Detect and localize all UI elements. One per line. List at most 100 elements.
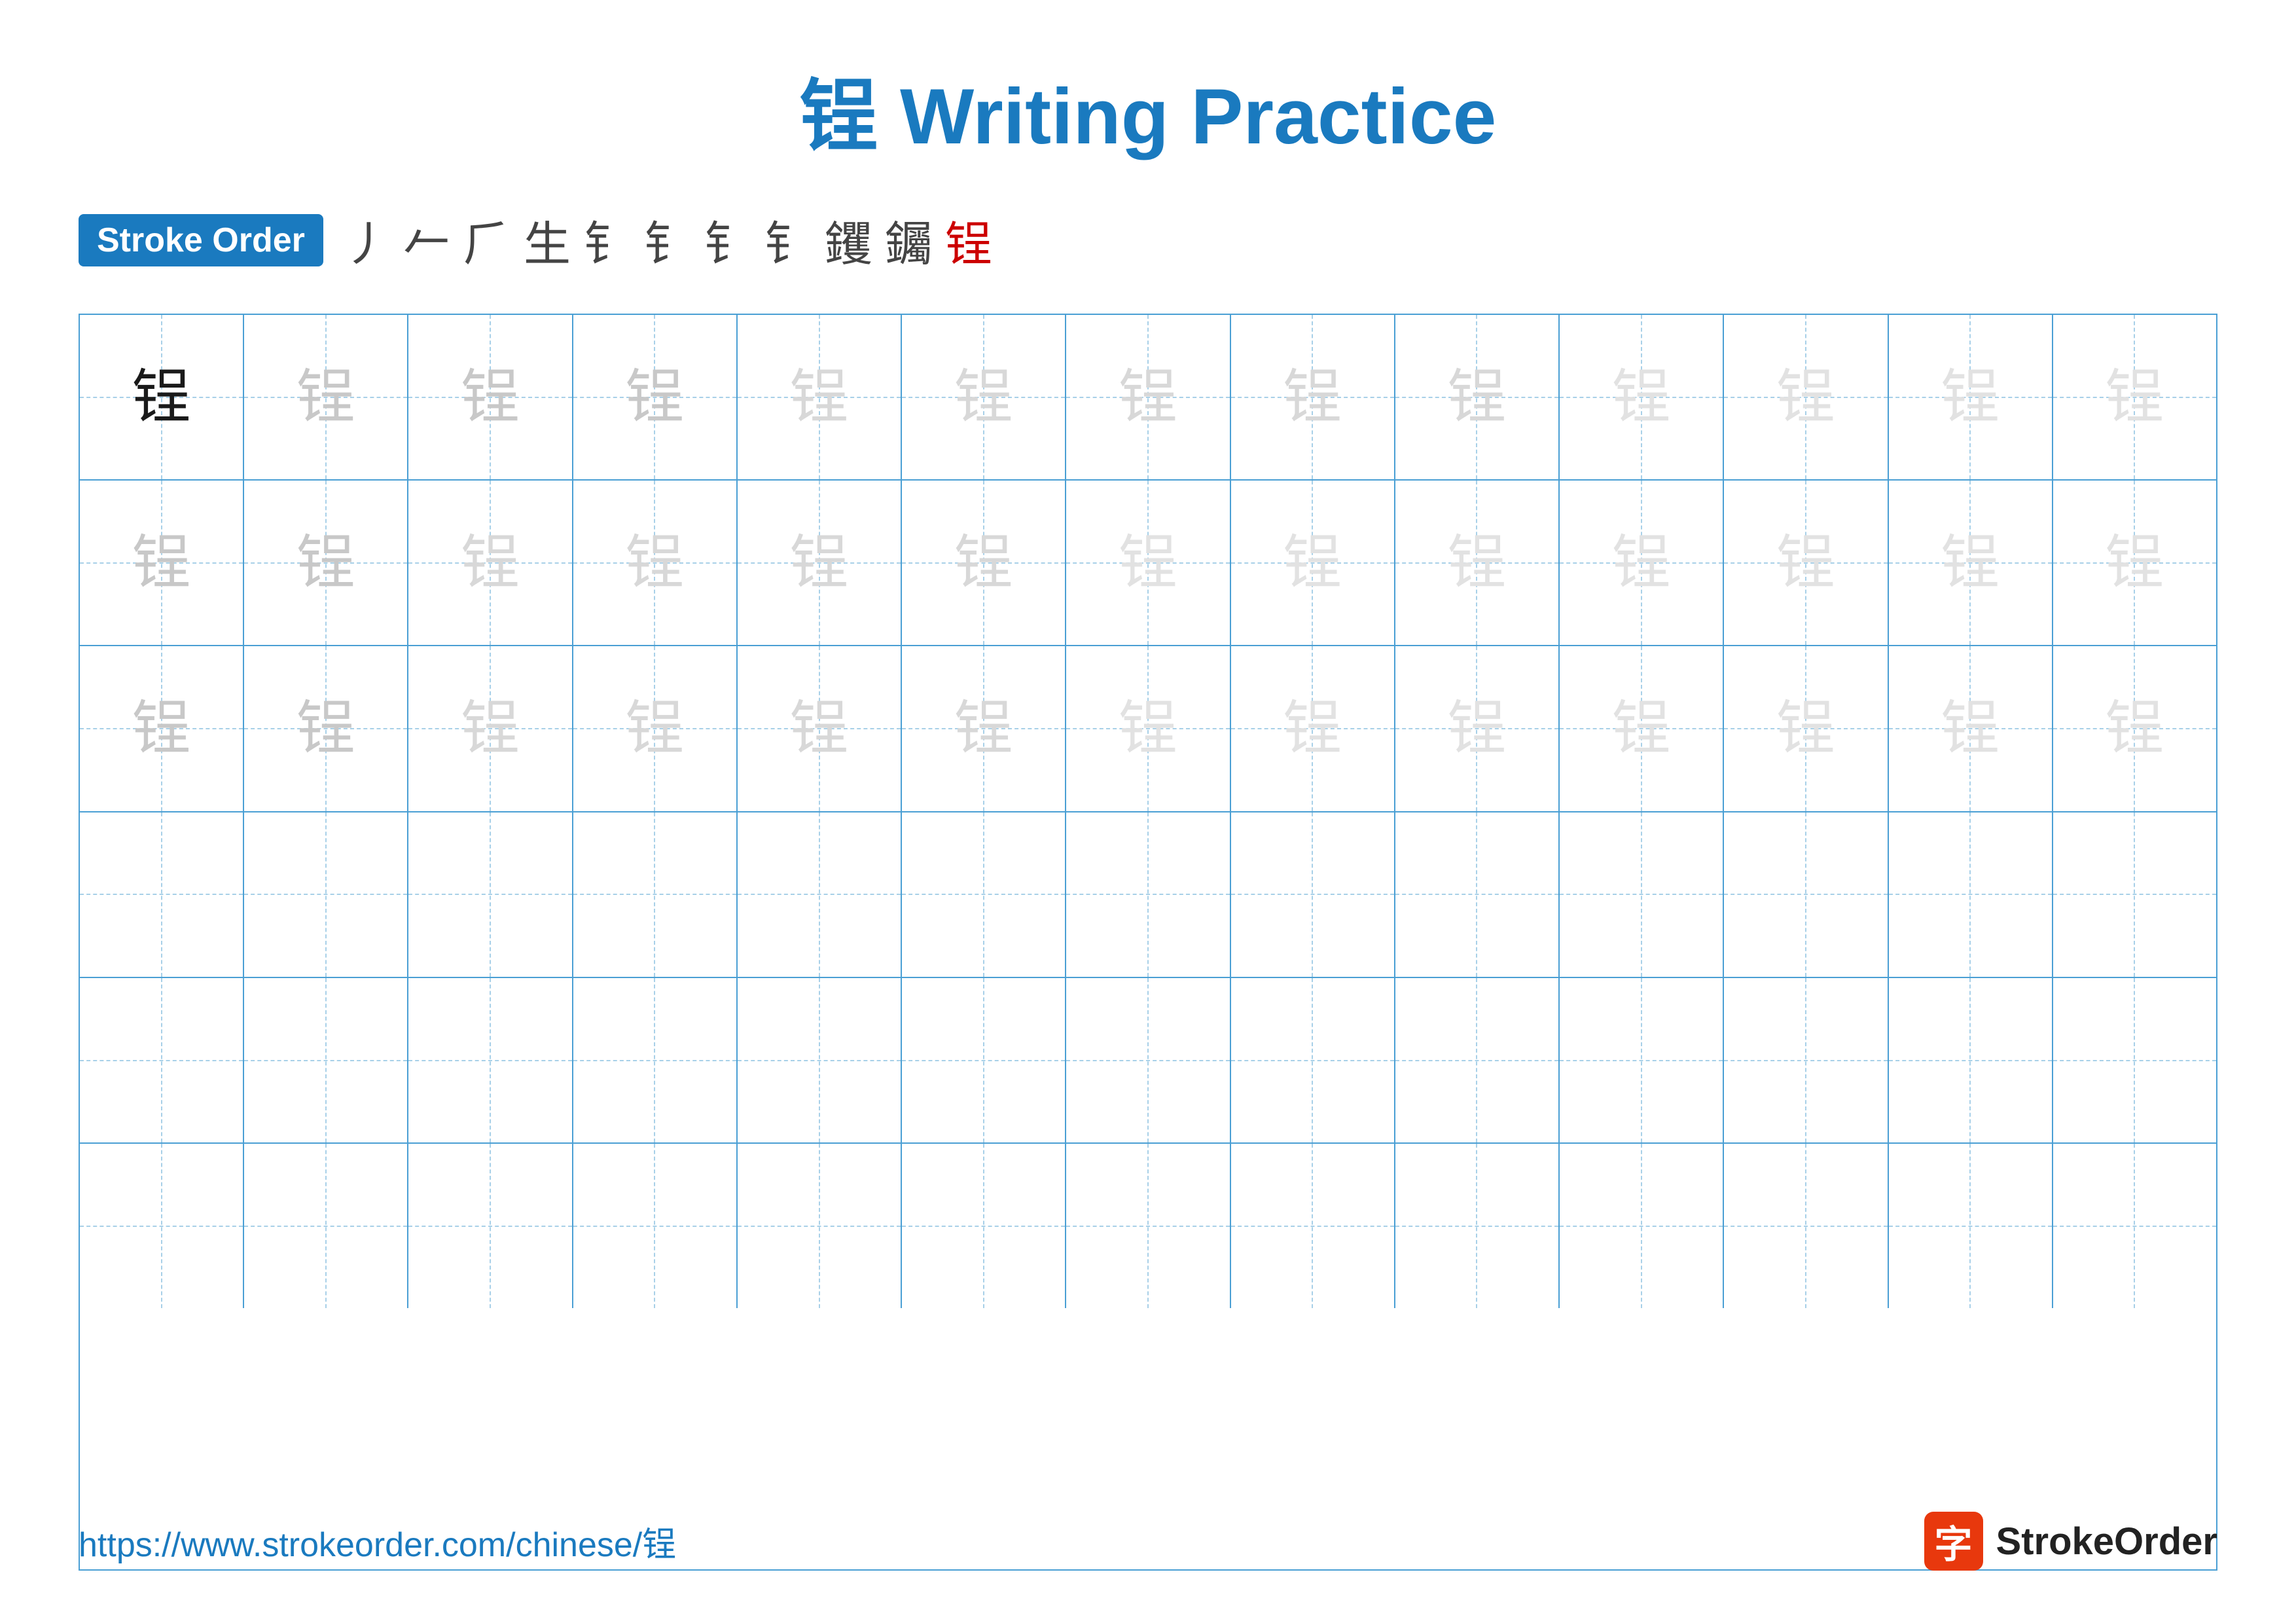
grid-cell-3-12[interactable]	[2053, 812, 2216, 977]
grid-cell-0-7[interactable]: 锃	[1231, 315, 1395, 479]
grid-cell-1-8[interactable]: 锃	[1395, 481, 1560, 645]
grid-cell-1-1[interactable]: 锃	[244, 481, 408, 645]
grid-cell-4-11[interactable]	[1889, 978, 2053, 1142]
grid-cell-1-11[interactable]: 锃	[1889, 481, 2053, 645]
grid-cell-2-0[interactable]: 锃	[80, 646, 244, 811]
grid-cell-5-3[interactable]	[573, 1144, 738, 1308]
page-title: 锃 Writing Practice	[79, 52, 2217, 166]
grid-cell-1-0[interactable]: 锃	[80, 481, 244, 645]
grid-cell-2-2[interactable]: 锃	[408, 646, 573, 811]
cell-character: 锃	[790, 699, 849, 758]
grid-cell-5-6[interactable]	[1066, 1144, 1230, 1308]
grid-cell-0-2[interactable]: 锃	[408, 315, 573, 479]
grid-cell-5-0[interactable]	[80, 1144, 244, 1308]
grid-cell-4-0[interactable]	[80, 978, 244, 1142]
grid-cell-2-6[interactable]: 锃	[1066, 646, 1230, 811]
grid-cell-5-10[interactable]	[1724, 1144, 1888, 1308]
grid-cell-3-9[interactable]	[1560, 812, 1724, 977]
grid-cell-4-7[interactable]	[1231, 978, 1395, 1142]
grid-cell-4-4[interactable]	[738, 978, 902, 1142]
grid-cell-3-11[interactable]	[1889, 812, 2053, 977]
grid-cell-5-4[interactable]	[738, 1144, 902, 1308]
grid-row-5	[80, 1144, 2216, 1308]
grid-cell-0-8[interactable]: 锃	[1395, 315, 1560, 479]
grid-cell-5-7[interactable]	[1231, 1144, 1395, 1308]
grid-cell-5-9[interactable]	[1560, 1144, 1724, 1308]
grid-cell-4-10[interactable]	[1724, 978, 1888, 1142]
grid-cell-3-1[interactable]	[244, 812, 408, 977]
grid-cell-0-12[interactable]: 锃	[2053, 315, 2216, 479]
grid-cell-1-2[interactable]: 锃	[408, 481, 573, 645]
grid-cell-4-2[interactable]	[408, 978, 573, 1142]
cell-character: 锃	[2105, 534, 2164, 593]
grid-cell-3-4[interactable]	[738, 812, 902, 977]
grid-cell-5-11[interactable]	[1889, 1144, 2053, 1308]
grid-cell-2-12[interactable]: 锃	[2053, 646, 2216, 811]
grid-cell-3-3[interactable]	[573, 812, 738, 977]
grid-cell-1-12[interactable]: 锃	[2053, 481, 2216, 645]
grid-cell-2-10[interactable]: 锃	[1724, 646, 1888, 811]
grid-cell-0-4[interactable]: 锃	[738, 315, 902, 479]
grid-cell-0-5[interactable]: 锃	[902, 315, 1066, 479]
grid-cell-1-3[interactable]: 锃	[573, 481, 738, 645]
grid-cell-2-4[interactable]: 锃	[738, 646, 902, 811]
grid-cell-5-2[interactable]	[408, 1144, 573, 1308]
grid-row-0: 锃锃锃锃锃锃锃锃锃锃锃锃锃	[80, 315, 2216, 481]
grid-cell-4-3[interactable]	[573, 978, 738, 1142]
grid-cell-2-3[interactable]: 锃	[573, 646, 738, 811]
grid-cell-0-0[interactable]: 锃	[80, 315, 244, 479]
grid-cell-3-0[interactable]	[80, 812, 244, 977]
grid-cell-1-4[interactable]: 锃	[738, 481, 902, 645]
grid-cell-3-5[interactable]	[902, 812, 1066, 977]
grid-cell-4-12[interactable]	[2053, 978, 2216, 1142]
grid-cell-0-1[interactable]: 锃	[244, 315, 408, 479]
grid-cell-0-3[interactable]: 锃	[573, 315, 738, 479]
grid-cell-3-8[interactable]	[1395, 812, 1560, 977]
grid-cell-0-11[interactable]: 锃	[1889, 315, 2053, 479]
stroke-step-5: 钅	[644, 206, 691, 274]
stroke-step-4: 钅	[584, 206, 631, 274]
cell-character: 锃	[1283, 368, 1342, 427]
grid-row-4	[80, 978, 2216, 1144]
stroke-step-7: 钅	[764, 206, 812, 274]
grid-cell-1-9[interactable]: 锃	[1560, 481, 1724, 645]
stroke-step-8: 钁	[825, 206, 872, 274]
grid-cell-5-8[interactable]	[1395, 1144, 1560, 1308]
cell-character: 锃	[1283, 699, 1342, 758]
grid-cell-2-11[interactable]: 锃	[1889, 646, 2053, 811]
grid-cell-3-10[interactable]	[1724, 812, 1888, 977]
grid-cell-4-6[interactable]	[1066, 978, 1230, 1142]
grid-cell-3-7[interactable]	[1231, 812, 1395, 977]
cell-character: 锃	[1119, 699, 1177, 758]
cell-character: 锃	[296, 534, 355, 593]
grid-cell-0-10[interactable]: 锃	[1724, 315, 1888, 479]
cell-character: 锃	[1776, 699, 1835, 758]
grid-cell-2-9[interactable]: 锃	[1560, 646, 1724, 811]
grid-cell-1-7[interactable]: 锃	[1231, 481, 1395, 645]
grid-cell-0-6[interactable]: 锃	[1066, 315, 1230, 479]
grid-cell-3-6[interactable]	[1066, 812, 1230, 977]
grid-cell-1-6[interactable]: 锃	[1066, 481, 1230, 645]
cell-character: 锃	[1612, 534, 1671, 593]
grid-cell-1-5[interactable]: 锃	[902, 481, 1066, 645]
grid-cell-5-12[interactable]	[2053, 1144, 2216, 1308]
footer: https://www.strokeorder.com/chinese/锃 字 …	[79, 1512, 2217, 1571]
grid-cell-4-8[interactable]	[1395, 978, 1560, 1142]
grid-cell-2-8[interactable]: 锃	[1395, 646, 1560, 811]
grid-cell-4-1[interactable]	[244, 978, 408, 1142]
footer-logo-icon: 字	[1924, 1512, 1983, 1571]
cell-character: 锃	[790, 368, 849, 427]
grid-cell-0-9[interactable]: 锃	[1560, 315, 1724, 479]
grid-cell-2-1[interactable]: 锃	[244, 646, 408, 811]
grid-cell-4-9[interactable]	[1560, 978, 1724, 1142]
footer-brand-name: StrokeOrder	[1996, 1520, 2217, 1563]
grid-cell-5-1[interactable]	[244, 1144, 408, 1308]
cell-character: 锃	[1119, 534, 1177, 593]
grid-cell-2-5[interactable]: 锃	[902, 646, 1066, 811]
grid-cell-2-7[interactable]: 锃	[1231, 646, 1395, 811]
grid-cell-5-5[interactable]	[902, 1144, 1066, 1308]
stroke-step-6: 钅	[704, 206, 751, 274]
grid-cell-3-2[interactable]	[408, 812, 573, 977]
grid-cell-4-5[interactable]	[902, 978, 1066, 1142]
grid-cell-1-10[interactable]: 锃	[1724, 481, 1888, 645]
